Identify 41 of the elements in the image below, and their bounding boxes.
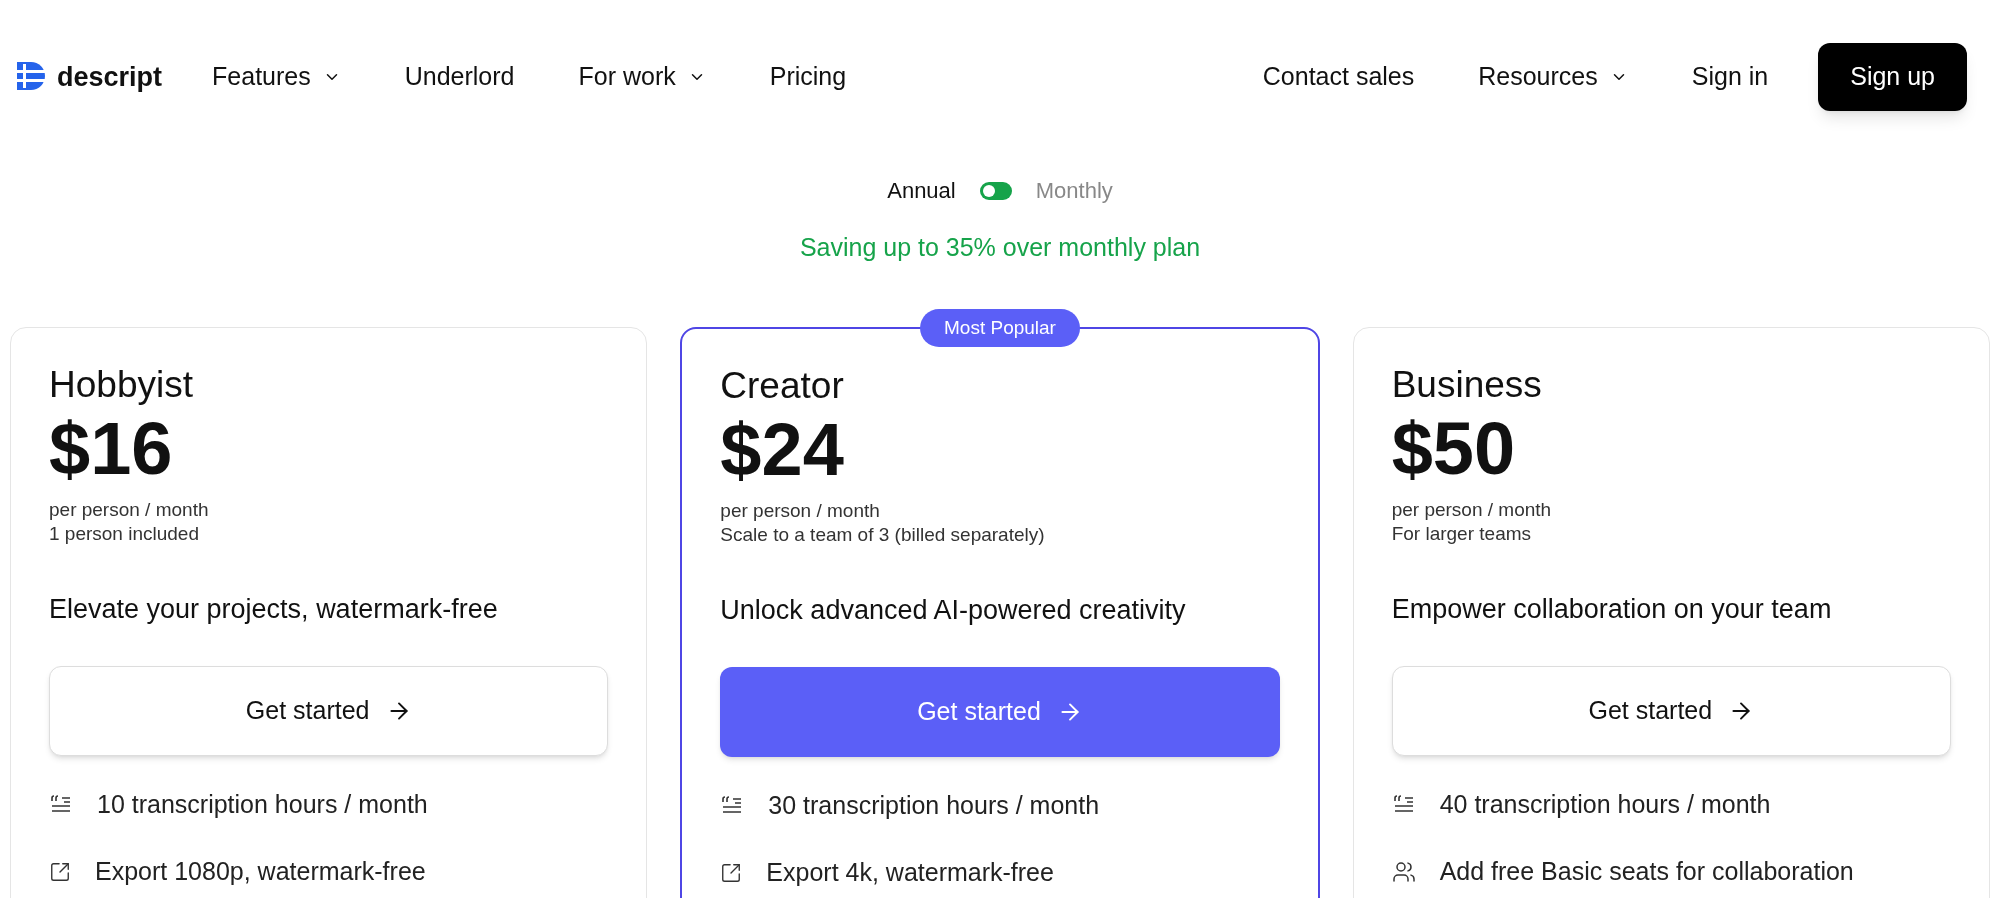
feature-text: 30 transcription hours / month — [768, 789, 1100, 821]
people-icon — [1391, 860, 1416, 884]
export-icon — [49, 861, 71, 883]
plan-note: Scale to a team of 3 (billed separately) — [720, 522, 1046, 547]
nav-link[interactable]: Sign in — [1691, 58, 1769, 96]
popular-badge: Most Popular — [920, 308, 1080, 347]
get-started-button[interactable]: Get started — [49, 665, 609, 756]
plan-tagline: Empower collaboration on your team — [1391, 593, 1833, 627]
nav-link[interactable]: Features — [212, 58, 341, 96]
export-icon — [720, 862, 743, 884]
plan-tagline: Elevate your projects, watermark-free — [49, 593, 499, 627]
feature-text: Add free Basic seats for collaboration — [1439, 856, 1854, 888]
nav-link[interactable]: Underlord — [404, 58, 515, 96]
nav-link[interactable]: For work — [578, 58, 706, 96]
nav-link[interactable]: Contact sales — [1262, 58, 1415, 96]
billing-option[interactable]: Annual — [887, 174, 956, 207]
feature-text: Export 1080p, watermark-free — [95, 856, 426, 888]
saving-note: Saving up to 35% over monthly plan — [798, 232, 1202, 263]
plan-tagline: Unlock advanced AI-powered creativity — [720, 594, 1187, 628]
plan-name: Business — [1391, 362, 1543, 407]
nav-link[interactable]: Resources — [1478, 58, 1628, 96]
nav-link[interactable]: Pricing — [769, 58, 847, 96]
feature-text: 10 transcription hours / month — [97, 788, 428, 820]
brand-name: descript — [57, 60, 163, 94]
feature-text: 40 transcription hours / month — [1439, 788, 1771, 820]
price-period: per person / month — [1391, 497, 1553, 522]
plan-price: $16 — [49, 411, 174, 486]
billing-option[interactable]: Monthly — [1035, 174, 1113, 207]
sign-up-button[interactable]: Sign up — [1818, 43, 1967, 111]
price-period: per person / month — [720, 498, 881, 523]
plan-note: 1 person included — [49, 521, 200, 546]
get-started-button[interactable]: Get started — [720, 666, 1280, 757]
get-started-button[interactable]: Get started — [1391, 665, 1951, 756]
billing-toggle[interactable] — [979, 181, 1012, 200]
price-period: per person / month — [49, 497, 210, 522]
plan-name: Creator — [720, 363, 845, 408]
plan-price: $24 — [720, 412, 845, 487]
plan-name: Hobbyist — [49, 362, 194, 407]
plan-price: $50 — [1391, 411, 1517, 486]
plan-note: For larger teams — [1391, 521, 1533, 546]
feature-text: Export 4k, watermark-free — [766, 857, 1054, 889]
